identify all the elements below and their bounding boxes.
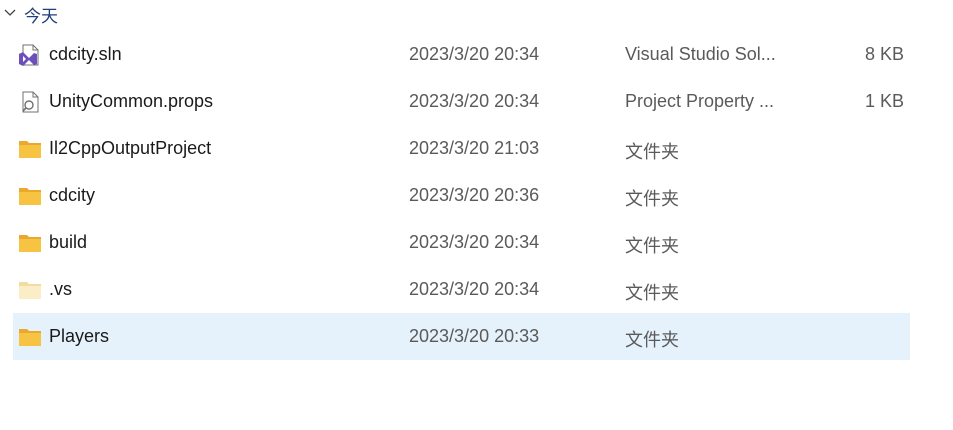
file-list: cdcity.sln 2023/3/20 20:34 Visual Studio… <box>13 31 910 360</box>
file-size: 1 KB <box>864 91 904 111</box>
file-row[interactable]: cdcity.sln 2023/3/20 20:34 Visual Studio… <box>13 31 910 78</box>
file-name: Players <box>49 326 110 346</box>
chevron-down-icon[interactable] <box>4 7 16 17</box>
file-date: 2023/3/20 20:34 <box>409 279 540 299</box>
file-date: 2023/3/20 20:34 <box>409 232 540 252</box>
file-row[interactable]: UnityCommon.props 2023/3/20 20:34 Projec… <box>13 78 910 125</box>
file-name: cdcity <box>49 185 96 205</box>
file-size: 8 KB <box>864 44 904 64</box>
file-type: 文件夹 <box>625 189 679 209</box>
group-label: 今天 <box>24 7 58 26</box>
folder-icon <box>19 235 41 252</box>
file-row[interactable]: Il2CppOutputProject 2023/3/20 21:03 文件夹 <box>13 125 910 172</box>
group-header-today[interactable]: 今天 <box>0 0 953 26</box>
file-date: 2023/3/20 21:03 <box>409 138 540 158</box>
file-date: 2023/3/20 20:36 <box>409 185 540 205</box>
file-name: cdcity.sln <box>49 44 122 64</box>
file-row[interactable]: Players 2023/3/20 20:33 文件夹 <box>13 313 910 360</box>
file-type: 文件夹 <box>625 330 679 350</box>
file-name: build <box>49 232 88 252</box>
file-row[interactable]: cdcity 2023/3/20 20:36 文件夹 <box>13 172 910 219</box>
file-type: Visual Studio Sol... <box>625 44 776 64</box>
vs-solution-icon <box>19 44 39 66</box>
file-date: 2023/3/20 20:33 <box>409 326 540 346</box>
file-name: UnityCommon.props <box>49 91 214 111</box>
file-type: 文件夹 <box>625 142 679 162</box>
file-name: Il2CppOutputProject <box>49 138 212 158</box>
file-row[interactable]: .vs 2023/3/20 20:34 文件夹 <box>13 266 910 313</box>
file-type: 文件夹 <box>625 283 679 303</box>
file-type: Project Property ... <box>625 91 775 111</box>
folder-icon <box>19 141 41 158</box>
file-row[interactable]: build 2023/3/20 20:34 文件夹 <box>13 219 910 266</box>
hidden-folder-icon <box>19 282 41 299</box>
props-file-icon <box>22 91 39 113</box>
file-date: 2023/3/20 20:34 <box>409 44 540 64</box>
folder-icon <box>19 188 41 205</box>
file-name: .vs <box>49 279 73 299</box>
file-date: 2023/3/20 20:34 <box>409 91 540 111</box>
file-type: 文件夹 <box>625 236 679 256</box>
folder-icon <box>19 329 41 346</box>
